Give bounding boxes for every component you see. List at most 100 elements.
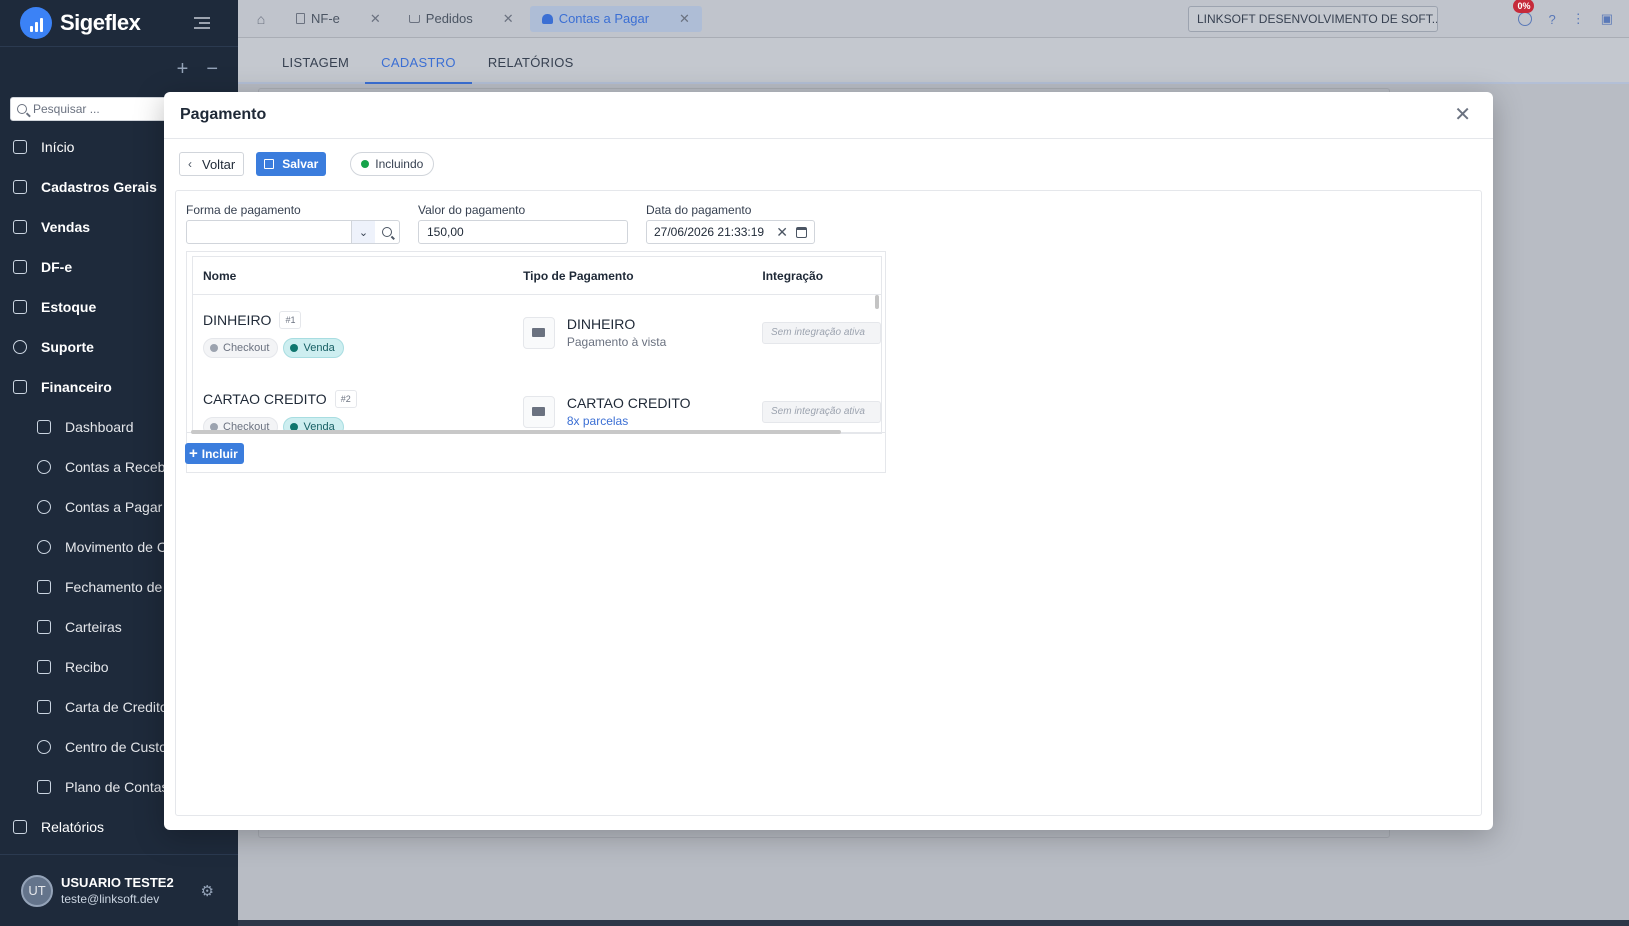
sidebar-expand-controls: + − — [0, 46, 238, 92]
user-name: USUARIO TESTE2 — [61, 875, 174, 890]
plus-icon: + — [189, 445, 198, 462]
dashboard-icon — [37, 420, 51, 434]
chart-icon — [37, 540, 51, 554]
modal-header: Pagamento ✕ — [164, 92, 1493, 139]
tab-listagem[interactable]: LISTAGEM — [266, 55, 365, 82]
receipt-icon — [37, 660, 51, 674]
expand-all-icon[interactable]: + — [177, 58, 189, 81]
headset-icon — [13, 340, 27, 354]
close-icon[interactable]: ✕ — [503, 11, 514, 27]
payment-modal: Pagamento ✕ ‹ Voltar Salvar Incluindo Fo… — [164, 92, 1493, 830]
tipo-sub: Pagamento à vista — [566, 335, 667, 349]
valor-pagamento-input[interactable]: 150,00 — [418, 220, 628, 244]
valor-label: Valor do pagamento — [418, 203, 526, 217]
bag-icon — [13, 220, 27, 234]
integracao-badge: Sem integração ativa — [762, 321, 881, 344]
more-options-icon[interactable]: ⋮ — [1572, 11, 1585, 27]
notification-icon[interactable]: 0% — [1513, 0, 1535, 26]
lock-icon — [37, 580, 51, 594]
check-circle-icon — [290, 344, 299, 352]
back-button[interactable]: ‹ Voltar — [179, 152, 245, 176]
modal-title: Pagamento — [180, 106, 267, 123]
data-pagamento-input[interactable]: 27/06/2026 21:33:19 ✕ — [646, 220, 815, 244]
header-tipo[interactable]: Tipo de Pagamento — [523, 269, 762, 283]
header-nome[interactable]: Nome — [193, 269, 523, 283]
tab-contas-a-pagar[interactable]: Contas a Pagar ✕ — [529, 5, 702, 32]
close-icon[interactable]: ✕ — [679, 11, 690, 27]
bottom-strip — [238, 920, 1629, 926]
grid-icon — [13, 180, 27, 194]
calendar-icon[interactable] — [796, 226, 807, 238]
incluir-button[interactable]: + Incluir — [185, 443, 244, 464]
integracao-badge: Sem integração ativa — [762, 400, 881, 423]
header-integracao[interactable]: Integração — [762, 269, 881, 283]
user-settings-icon[interactable]: ⚙ — [201, 882, 214, 900]
people-icon — [541, 13, 553, 24]
table-row[interactable]: CARTAO CREDITO #2 Checkout Venda CARTAO … — [193, 374, 881, 433]
list-icon — [37, 780, 51, 794]
table-header: Nome Tipo de Pagamento Integração — [193, 257, 881, 295]
x-circle-icon — [210, 344, 218, 352]
report-icon — [13, 820, 27, 834]
subtabs: LISTAGEM CADASTRO RELATÓRIOS — [238, 38, 1629, 84]
card-icon — [37, 700, 51, 714]
tab-cadastro[interactable]: CADASTRO — [365, 55, 472, 84]
row-name: DINHEIRO — [203, 312, 272, 328]
people-icon — [37, 500, 51, 514]
tab-pedidos[interactable]: Pedidos ✕ — [397, 6, 526, 32]
tipo-sub: 8x parcelas — [566, 414, 629, 428]
clear-icon[interactable]: ✕ — [776, 224, 788, 241]
search-icon — [17, 104, 27, 114]
row-index-badge: #2 — [334, 390, 357, 408]
tab-nfe[interactable]: NF-e ✕ — [284, 6, 393, 32]
save-button[interactable]: Salvar — [256, 152, 327, 176]
status-badge: Incluindo — [350, 152, 435, 176]
company-select[interactable]: LINKSOFT DESENVOLVIMENTO DE SOFT... ▼ — [1188, 6, 1438, 32]
chevron-left-icon: ‹ — [188, 157, 192, 171]
collapse-all-icon[interactable]: − — [206, 58, 218, 81]
forma-label: Forma de pagamento — [186, 203, 301, 217]
search-icon — [382, 227, 392, 237]
document-icon — [296, 13, 305, 24]
brand-name: Sigeflex — [60, 10, 141, 35]
tipo-name: CARTAO CREDITO — [566, 395, 691, 411]
notification-badge: 0% — [1513, 0, 1535, 13]
close-icon[interactable]: ✕ — [370, 11, 381, 27]
tab-relatorios[interactable]: RELATÓRIOS — [472, 55, 590, 82]
top-icons: 0% ? ⋮ ▣ — [1513, 0, 1629, 38]
avatar: UT — [21, 874, 53, 907]
topbar: ⌂ NF-e ✕ Pedidos ✕ Contas a Pagar ✕ LINK… — [238, 0, 1629, 38]
valor-field: Valor do pagamento 150,00 — [418, 203, 628, 244]
row-index-badge: #1 — [279, 311, 302, 329]
document-icon — [13, 260, 27, 274]
brand: Sigeflex — [0, 0, 238, 46]
table-row[interactable]: DINHEIRO #1 Checkout Venda DINHEIRO Paga… — [193, 295, 881, 374]
vertical-scrollbar[interactable] — [875, 295, 879, 309]
help-icon[interactable]: ? — [1548, 12, 1555, 27]
robot-icon[interactable]: ▣ — [1601, 11, 1613, 27]
user-info: USUARIO TESTE2 teste@linksoft.dev — [61, 875, 174, 906]
home-tab-icon[interactable]: ⌂ — [238, 11, 284, 27]
user-email: teste@linksoft.dev — [61, 892, 160, 906]
checkout-chip: Checkout — [203, 338, 279, 358]
cash-icon — [522, 316, 555, 349]
data-field: Data do pagamento 27/06/2026 21:33:19 ✕ — [646, 203, 815, 244]
close-icon[interactable]: ✕ — [1454, 105, 1471, 125]
credit-card-icon — [522, 395, 555, 428]
wallet-icon — [37, 620, 51, 634]
user-profile[interactable]: UT USUARIO TESTE2 teste@linksoft.dev ⚙ — [0, 854, 238, 926]
payment-fields: Forma de pagamento ⌄ Valor do pagamento … — [186, 203, 815, 244]
form-panel: Forma de pagamento ⌄ Valor do pagamento … — [175, 190, 1482, 816]
collapse-menu-icon[interactable] — [194, 17, 210, 29]
tipo-name: DINHEIRO — [566, 316, 636, 332]
pie-icon — [37, 740, 51, 754]
data-label: Data do pagamento — [646, 203, 752, 217]
search-button[interactable] — [375, 221, 399, 243]
forma-pagamento-dropdown: Nome Tipo de Pagamento Integração DINHEI… — [186, 251, 886, 434]
save-icon — [264, 159, 275, 169]
status-dot-icon — [361, 160, 370, 168]
incluir-area — [186, 433, 886, 473]
chevron-down-icon[interactable]: ⌄ — [351, 221, 375, 243]
cart-icon — [408, 14, 420, 23]
forma-pagamento-input[interactable]: ⌄ — [186, 220, 400, 244]
